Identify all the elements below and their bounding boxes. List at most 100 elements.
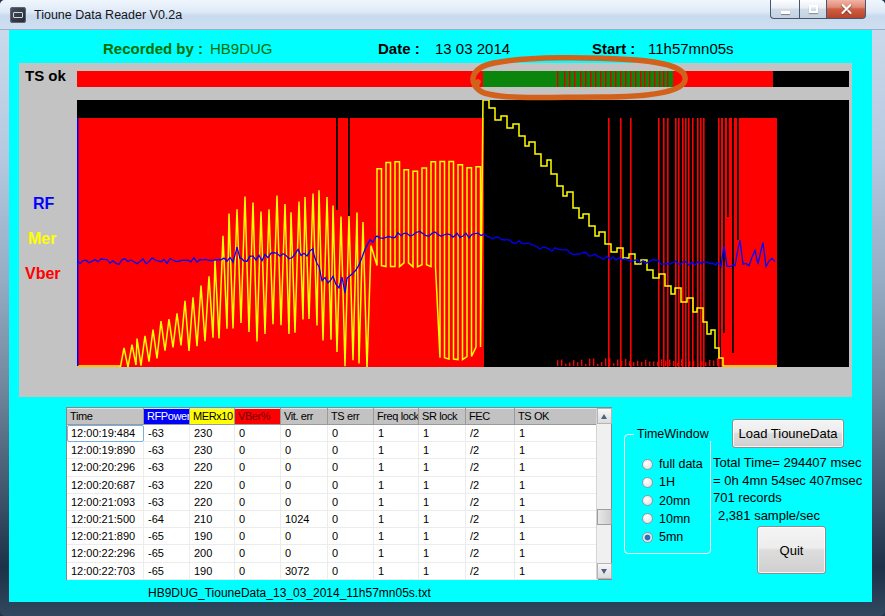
table-cell[interactable]: 220 — [190, 494, 235, 511]
table-cell[interactable]: 1 — [374, 563, 419, 580]
table-cell[interactable]: 0 — [235, 442, 281, 459]
table-cell[interactable]: 1 — [374, 511, 419, 528]
table-cell[interactable]: 0 — [328, 511, 374, 528]
table-cell[interactable]: 1 — [374, 459, 419, 476]
titlebar[interactable]: Tioune Data Reader V0.2a — [0, 0, 885, 30]
table-row[interactable]: 12:00:21:093-6322000011/21 — [67, 494, 611, 511]
column-header-time[interactable]: Time — [67, 408, 144, 425]
table-scrollbar[interactable] — [596, 408, 611, 579]
scroll-up-button[interactable] — [597, 408, 612, 424]
table-cell[interactable]: 220 — [190, 459, 235, 476]
table-cell[interactable]: 0 — [328, 563, 374, 580]
table-cell[interactable]: 1 — [374, 442, 419, 459]
table-cell[interactable]: 1024 — [281, 511, 328, 528]
table-cell[interactable]: 0 — [235, 425, 281, 442]
minimize-button[interactable] — [770, 0, 799, 19]
table-cell[interactable]: 1 — [515, 494, 598, 511]
table-cell[interactable]: -63 — [144, 494, 190, 511]
table-cell[interactable]: 0 — [235, 477, 281, 494]
radio-circle[interactable] — [642, 477, 653, 488]
table-cell[interactable]: 0 — [328, 425, 374, 442]
table-cell[interactable]: /2 — [466, 477, 515, 494]
table-cell[interactable]: /2 — [466, 442, 515, 459]
table-cell[interactable]: -63 — [144, 477, 190, 494]
column-header-ts-err[interactable]: TS err — [328, 408, 374, 425]
table-cell[interactable]: /2 — [466, 459, 515, 476]
table-cell[interactable]: 1 — [515, 563, 598, 580]
table-cell[interactable]: 12:00:20:687 — [67, 477, 144, 494]
scroll-down-button[interactable] — [597, 563, 612, 579]
table-cell[interactable]: 12:00:22:296 — [67, 545, 144, 562]
table-cell[interactable]: 1 — [374, 528, 419, 545]
table-cell[interactable]: 190 — [190, 528, 235, 545]
table-cell[interactable]: 0 — [281, 442, 328, 459]
table-cell[interactable]: 0 — [281, 545, 328, 562]
table-cell[interactable]: 0 — [281, 494, 328, 511]
table-cell[interactable]: 1 — [374, 494, 419, 511]
table-cell[interactable]: 200 — [190, 545, 235, 562]
table-row[interactable]: 12:00:20:687-6322000011/21 — [67, 477, 611, 494]
radio-5mn[interactable]: 5mn — [642, 530, 683, 544]
table-row[interactable]: 12:00:21:890-6519000011/21 — [67, 528, 611, 545]
table-cell[interactable]: 0 — [235, 511, 281, 528]
column-header-rfpower[interactable]: RFPower — [144, 408, 190, 425]
radio-1h[interactable]: 1H — [642, 475, 675, 489]
table-row[interactable]: 12:00:19:484-6323000011/21 — [67, 425, 611, 442]
table-cell[interactable]: 210 — [190, 511, 235, 528]
table-cell[interactable]: /2 — [466, 425, 515, 442]
table-cell[interactable]: 190 — [190, 563, 235, 580]
table-cell[interactable]: 0 — [235, 528, 281, 545]
column-header-vit-err[interactable]: Vit. err — [281, 408, 328, 425]
table-cell[interactable]: 1 — [515, 545, 598, 562]
table-cell[interactable]: 12:00:22:703 — [67, 563, 144, 580]
table-cell[interactable]: 0 — [281, 528, 328, 545]
table-row[interactable]: 12:00:22:296-6520000011/21 — [67, 545, 611, 562]
column-header-vber-[interactable]: VBer% — [235, 408, 281, 425]
close-button[interactable] — [827, 0, 866, 19]
table-cell[interactable]: 0 — [328, 442, 374, 459]
column-header-ts-ok[interactable]: TS OK — [515, 408, 598, 425]
table-cell[interactable]: /2 — [466, 545, 515, 562]
table-cell[interactable]: /2 — [466, 494, 515, 511]
table-cell[interactable]: 1 — [374, 425, 419, 442]
table-cell[interactable]: 12:00:21:890 — [67, 528, 144, 545]
radio-20mn[interactable]: 20mn — [642, 494, 690, 508]
table-cell[interactable]: /2 — [466, 528, 515, 545]
data-table[interactable]: TimeRFPowerMERx10VBer%Vit. errTS errFreq… — [66, 407, 612, 580]
radio-circle[interactable] — [642, 495, 653, 506]
table-cell[interactable]: 230 — [190, 442, 235, 459]
table-cell[interactable]: 0 — [235, 545, 281, 562]
table-cell[interactable]: 1 — [515, 477, 598, 494]
scroll-thumb[interactable] — [597, 509, 612, 525]
table-cell[interactable]: 1 — [419, 459, 466, 476]
table-row[interactable]: 12:00:21:500-6421001024011/21 — [67, 511, 611, 528]
table-cell[interactable]: -64 — [144, 511, 190, 528]
column-header-freq-lock[interactable]: Freq lock — [374, 408, 419, 425]
table-cell[interactable]: 1 — [419, 442, 466, 459]
table-cell[interactable]: 12:00:21:093 — [67, 494, 144, 511]
table-cell[interactable]: 12:00:21:500 — [67, 511, 144, 528]
table-cell[interactable]: 0 — [328, 477, 374, 494]
table-cell[interactable]: -65 — [144, 545, 190, 562]
table-cell[interactable]: /2 — [466, 511, 515, 528]
table-cell[interactable]: 1 — [419, 528, 466, 545]
table-cell[interactable]: 1 — [419, 563, 466, 580]
table-row[interactable]: 12:00:22:703-6519003072011/21 — [67, 563, 611, 580]
table-cell[interactable]: -65 — [144, 563, 190, 580]
table-cell[interactable]: 1 — [419, 545, 466, 562]
table-cell[interactable]: -65 — [144, 528, 190, 545]
radio-circle[interactable] — [642, 459, 653, 470]
table-cell[interactable]: 1 — [419, 425, 466, 442]
table-cell[interactable]: 12:00:19:484 — [67, 425, 144, 442]
radio-circle[interactable] — [642, 532, 653, 543]
table-cell[interactable]: 0 — [281, 459, 328, 476]
table-cell[interactable]: 1 — [515, 459, 598, 476]
table-cell[interactable]: 1 — [515, 425, 598, 442]
table-cell[interactable]: 1 — [374, 545, 419, 562]
table-cell[interactable]: /2 — [466, 563, 515, 580]
table-cell[interactable]: 0 — [281, 477, 328, 494]
table-cell[interactable]: 1 — [419, 477, 466, 494]
table-cell[interactable]: -63 — [144, 459, 190, 476]
radio-10mn[interactable]: 10mn — [642, 512, 690, 526]
column-header-merx10[interactable]: MERx10 — [190, 408, 235, 425]
